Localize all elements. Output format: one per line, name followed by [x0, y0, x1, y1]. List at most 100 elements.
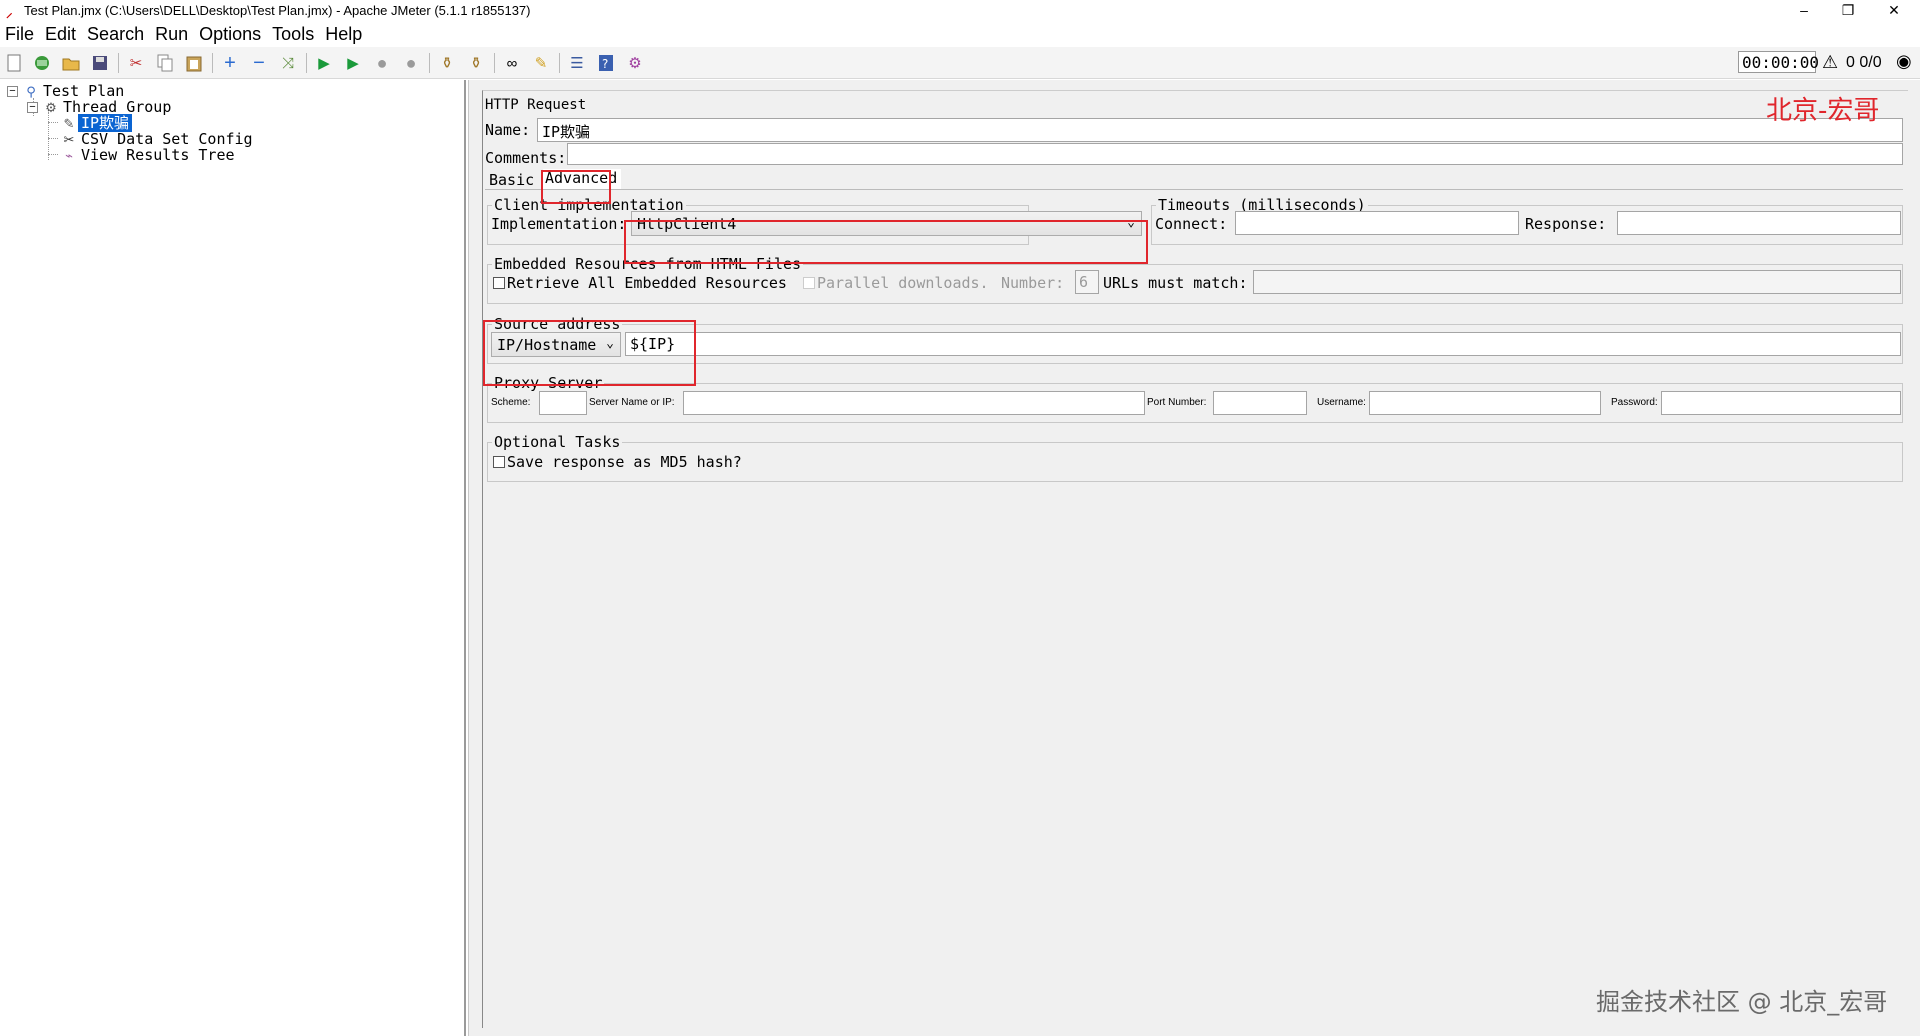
checkbox-box	[493, 277, 505, 289]
tab-strip-divider	[485, 189, 1903, 190]
proxy-scheme-field[interactable]	[539, 391, 587, 415]
checkbox-box	[803, 277, 815, 289]
test-plan-icon: ⚲	[26, 84, 36, 99]
proxy-server-field[interactable]	[683, 391, 1145, 415]
tree-collapse-toggle[interactable]: −	[27, 102, 38, 113]
watermark: 掘金技术社区 @ 北京_宏哥	[1596, 988, 1888, 1016]
source-address-field[interactable]: ${IP}	[625, 332, 1901, 356]
checkbox-box	[493, 456, 505, 468]
shutdown-icon[interactable]: ●	[401, 53, 421, 73]
start-icon[interactable]: ▶	[314, 53, 334, 73]
source-type-select[interactable]: IP/Hostname ⌄	[491, 332, 621, 357]
menu-search[interactable]: Search	[82, 22, 150, 46]
restore-button[interactable]: ❐	[1826, 0, 1870, 22]
collapse-icon[interactable]: −	[249, 52, 269, 74]
brand-label: 北京-宏哥	[1766, 96, 1880, 126]
start-no-pauses-icon[interactable]: ▶	[343, 53, 363, 73]
warning-icon[interactable]: ⚠	[1822, 52, 1838, 73]
thread-counts: 0 0/0	[1846, 54, 1882, 71]
chevron-down-icon: ⌄	[606, 336, 614, 351]
password-label: Password:	[1611, 397, 1658, 408]
retrieve-embedded-checkbox[interactable]: Retrieve All Embedded Resources	[493, 274, 787, 292]
remote-icon[interactable]: ⚙	[625, 53, 645, 73]
log-status-icon[interactable]: ◉	[1896, 51, 1912, 72]
username-label: Username:	[1317, 397, 1366, 408]
md5-hash-checkbox[interactable]: Save response as MD5 hash?	[493, 453, 742, 471]
reset-search-icon[interactable]: ✎	[531, 53, 551, 73]
implementation-label: Implementation:	[491, 215, 627, 233]
proxy-server-title: Proxy Server	[492, 374, 605, 392]
http-request-panel: HTTP Request Name: IP欺骗 Comments: Basic …	[474, 80, 1920, 1036]
test-plan-tree: − − ⚲ Test Plan ⚙ Thread Group ✎ IP欺骗 ✂ CSV …	[0, 80, 466, 1036]
function-helper-icon[interactable]: ☰	[567, 53, 587, 73]
templates-icon[interactable]	[32, 53, 52, 73]
help-icon[interactable]: ?	[596, 53, 616, 73]
tree-item-view-results-tree[interactable]: ⌁ View Results Tree	[60, 147, 238, 163]
title-bar: ⸝ Test Plan.jmx (C:\Users\DELL\Desktop\T…	[0, 0, 1920, 22]
paste-icon[interactable]	[184, 53, 204, 73]
connect-label: Connect:	[1155, 215, 1228, 233]
open-icon[interactable]	[61, 53, 81, 73]
clear-icon[interactable]: ⚱	[437, 53, 457, 73]
proxy-port-field[interactable]	[1213, 391, 1307, 415]
results-tree-icon: ⌁	[65, 148, 73, 163]
parallel-number-field[interactable]: 6	[1075, 270, 1099, 294]
menu-help[interactable]: Help	[320, 22, 368, 46]
response-timeout-field[interactable]	[1617, 211, 1901, 235]
cut-icon[interactable]: ✂	[126, 53, 146, 73]
tree-collapse-toggle[interactable]: −	[7, 86, 18, 97]
menu-run[interactable]: Run	[150, 22, 194, 46]
name-label: Name:	[485, 121, 531, 139]
number-label: Number:	[1001, 274, 1065, 292]
source-type-value: IP/Hostname	[497, 336, 597, 354]
clear-all-icon[interactable]: ⚱	[466, 53, 486, 73]
proxy-password-field[interactable]	[1661, 391, 1901, 415]
copy-icon[interactable]	[155, 53, 175, 73]
comments-label: Comments:	[485, 149, 567, 167]
menu-bar: File Edit Search Run Options Tools Help	[0, 22, 1920, 46]
connect-timeout-field[interactable]	[1235, 211, 1519, 235]
urls-must-match-field[interactable]	[1253, 270, 1901, 294]
tab-advanced[interactable]: Advanced	[543, 169, 622, 189]
tree-item-thread-group[interactable]: ⚙ Thread Group	[42, 99, 174, 115]
name-field[interactable]: IP欺骗	[537, 118, 1903, 142]
tab-basic[interactable]: Basic	[489, 171, 534, 189]
implementation-select[interactable]: HttpClient4 ⌄	[631, 211, 1142, 236]
implementation-value: HttpClient4	[637, 215, 737, 233]
tree-item-csv-data-set[interactable]: ✂ CSV Data Set Config	[60, 131, 256, 147]
parallel-downloads-checkbox[interactable]: Parallel downloads.	[803, 274, 989, 292]
menu-file[interactable]: File	[0, 22, 40, 46]
elapsed-timer: 00:00:00	[1738, 51, 1819, 73]
window-title: Test Plan.jmx (C:\Users\DELL\Desktop\Tes…	[24, 3, 531, 18]
expand-icon[interactable]: +	[220, 52, 240, 74]
server-name-label: Server Name or IP:	[589, 397, 675, 408]
csv-config-icon: ✂	[63, 132, 75, 147]
http-request-icon: ✎	[63, 116, 75, 131]
close-button[interactable]: ✕	[1872, 0, 1916, 22]
save-icon[interactable]	[90, 53, 110, 73]
toolbar: ✂ + − ⤨ ▶ ▶ ● ● ⚱ ⚱ ∞ ✎ ☰ ? ⚙	[0, 47, 1920, 79]
menu-edit[interactable]: Edit	[40, 22, 82, 46]
proxy-username-field[interactable]	[1369, 391, 1601, 415]
new-icon[interactable]	[4, 53, 24, 73]
embedded-resources-title: Embedded Resources from HTML Files	[492, 255, 804, 273]
source-address-title: Source address	[492, 315, 623, 333]
menu-tools[interactable]: Tools	[267, 22, 320, 46]
port-number-label: Port Number:	[1147, 397, 1207, 408]
comments-field[interactable]	[567, 143, 1903, 165]
jmeter-feather-icon: ⸝	[6, 5, 13, 20]
menu-options[interactable]: Options	[194, 22, 267, 46]
tree-item-http-request[interactable]: ✎ IP欺骗	[60, 114, 133, 132]
chevron-down-icon: ⌄	[1127, 215, 1135, 230]
stop-icon[interactable]: ●	[372, 53, 392, 73]
optional-tasks-title: Optional Tasks	[492, 433, 623, 451]
scheme-label: Scheme:	[491, 397, 531, 408]
thread-group-icon: ⚙	[45, 100, 57, 115]
minimize-button[interactable]: –	[1782, 0, 1826, 22]
search-icon[interactable]: ∞	[502, 53, 522, 73]
tree-item-test-plan[interactable]: ⚲ Test Plan	[22, 83, 127, 99]
svg-text:?: ?	[602, 57, 608, 71]
toggle-icon[interactable]: ⤨	[278, 53, 298, 73]
response-label: Response:	[1525, 215, 1607, 233]
urls-must-match-label: URLs must match:	[1103, 274, 1248, 292]
